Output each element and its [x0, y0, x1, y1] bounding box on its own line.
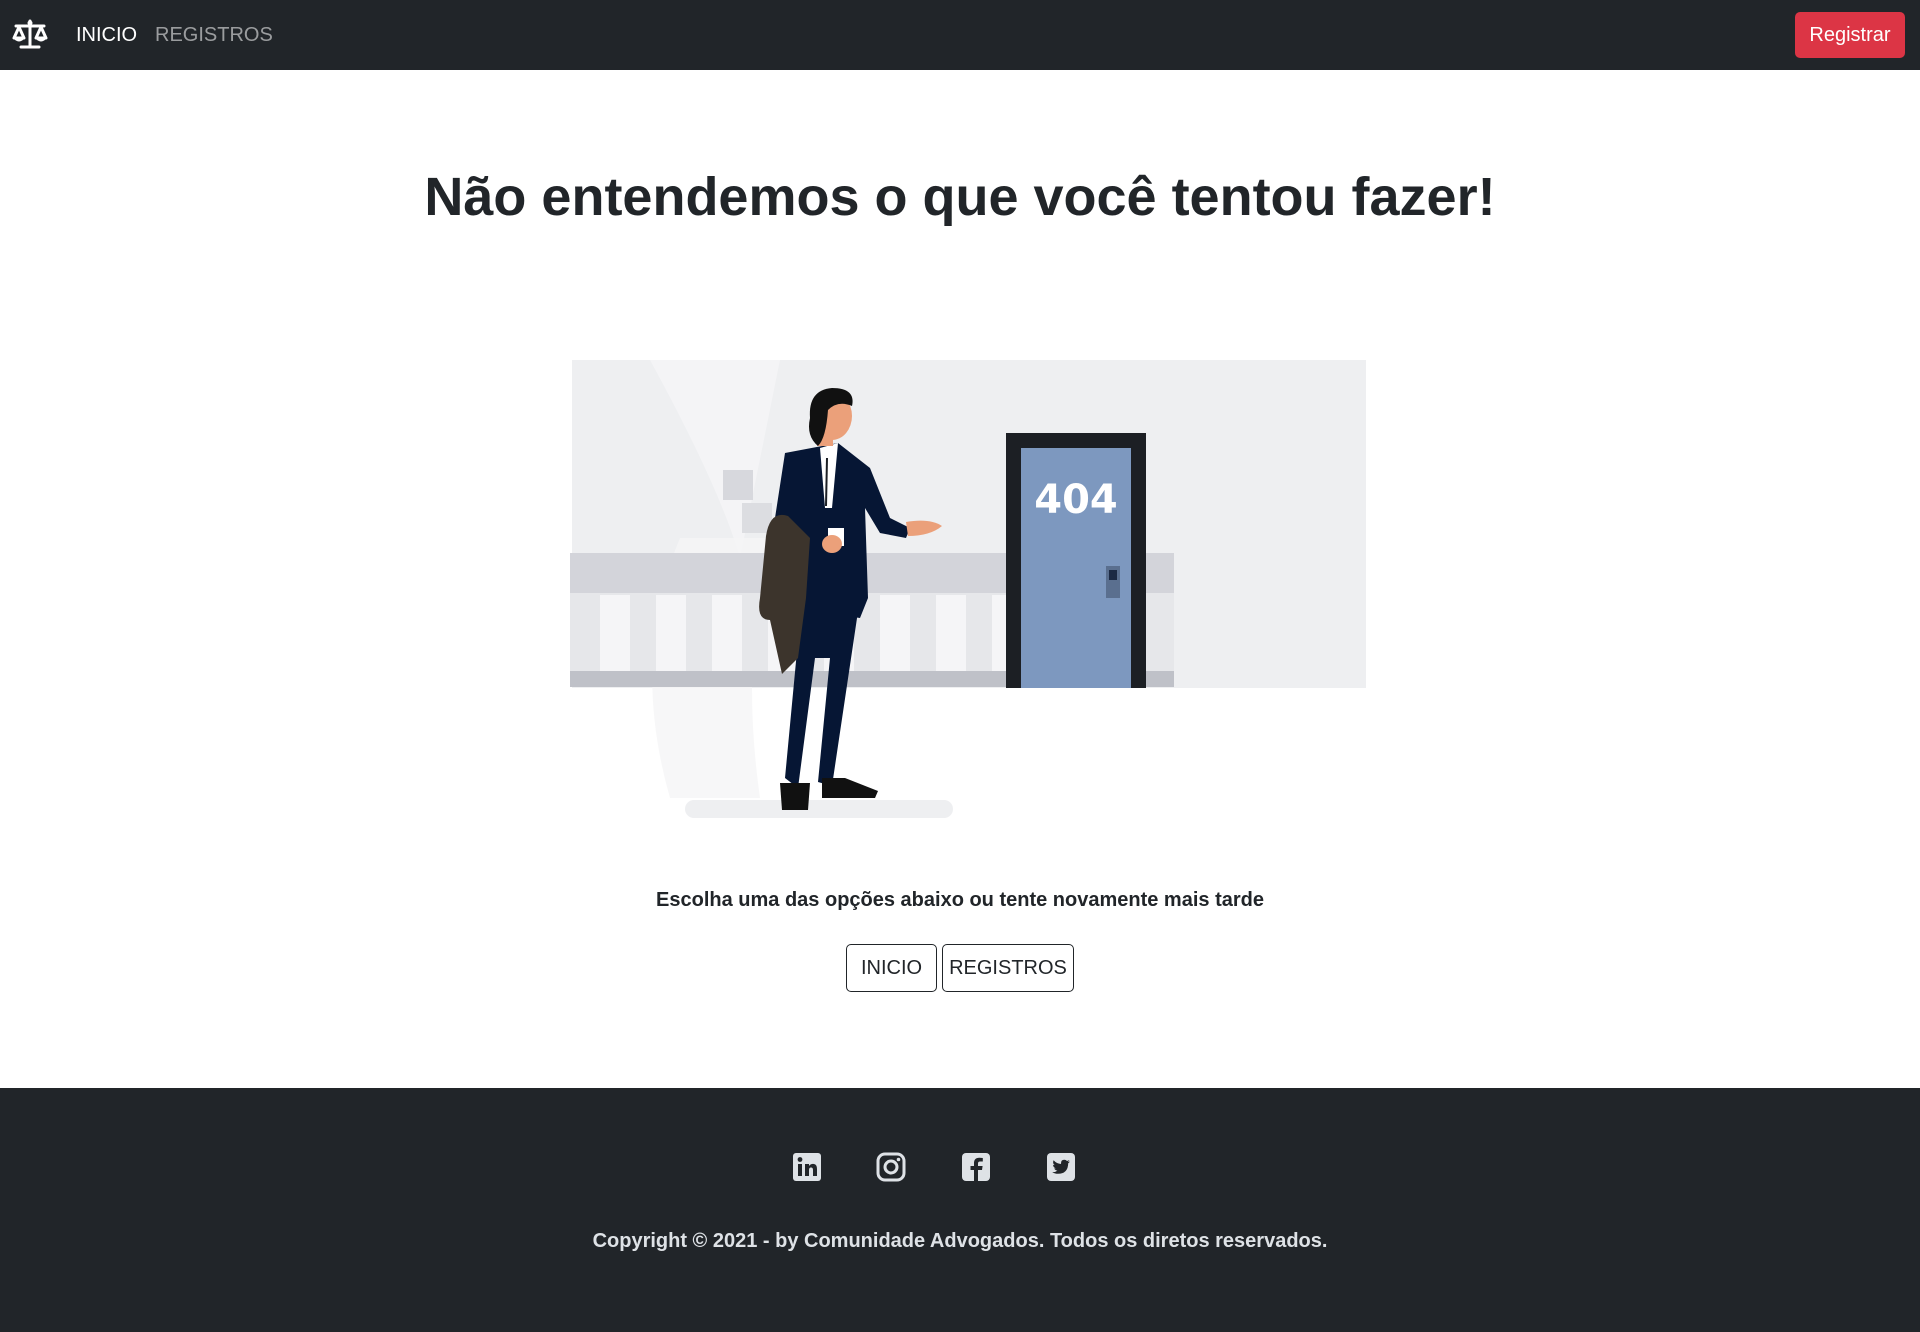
- door-number: 404: [1034, 477, 1118, 523]
- registros-button[interactable]: REGISTROS: [942, 944, 1074, 992]
- nav-link-inicio[interactable]: INICIO: [76, 23, 137, 47]
- nav-link-registros[interactable]: REGISTROS: [155, 23, 273, 47]
- error-subtitle: Escolha uma das opções abaixo ou tente n…: [656, 889, 1264, 911]
- facebook-link[interactable]: [961, 1152, 991, 1182]
- facebook-icon: [962, 1153, 990, 1181]
- twitter-link[interactable]: [1046, 1152, 1076, 1182]
- linkedin-icon: [793, 1153, 821, 1181]
- copyright-text: Copyright © 2021 - by Comunidade Advogad…: [592, 1230, 1328, 1252]
- inicio-button[interactable]: INICIO: [846, 944, 937, 992]
- page-title: Não entendemos o que você tentou fazer!: [424, 167, 1496, 227]
- navbar: INICIO REGISTROS Registrar: [0, 0, 1920, 70]
- instagram-icon: [876, 1152, 906, 1182]
- linkedin-link[interactable]: [792, 1152, 822, 1182]
- scale-of-justice-icon: [12, 19, 48, 49]
- footer: [0, 1088, 1920, 1332]
- register-button[interactable]: Registrar: [1795, 12, 1905, 58]
- lawyer-at-404-door-illustration: 404: [570, 360, 1366, 818]
- brand-logo[interactable]: [12, 18, 48, 52]
- 404-illustration: 404: [570, 358, 1366, 820]
- instagram-link[interactable]: [876, 1152, 906, 1182]
- twitter-icon: [1047, 1153, 1075, 1181]
